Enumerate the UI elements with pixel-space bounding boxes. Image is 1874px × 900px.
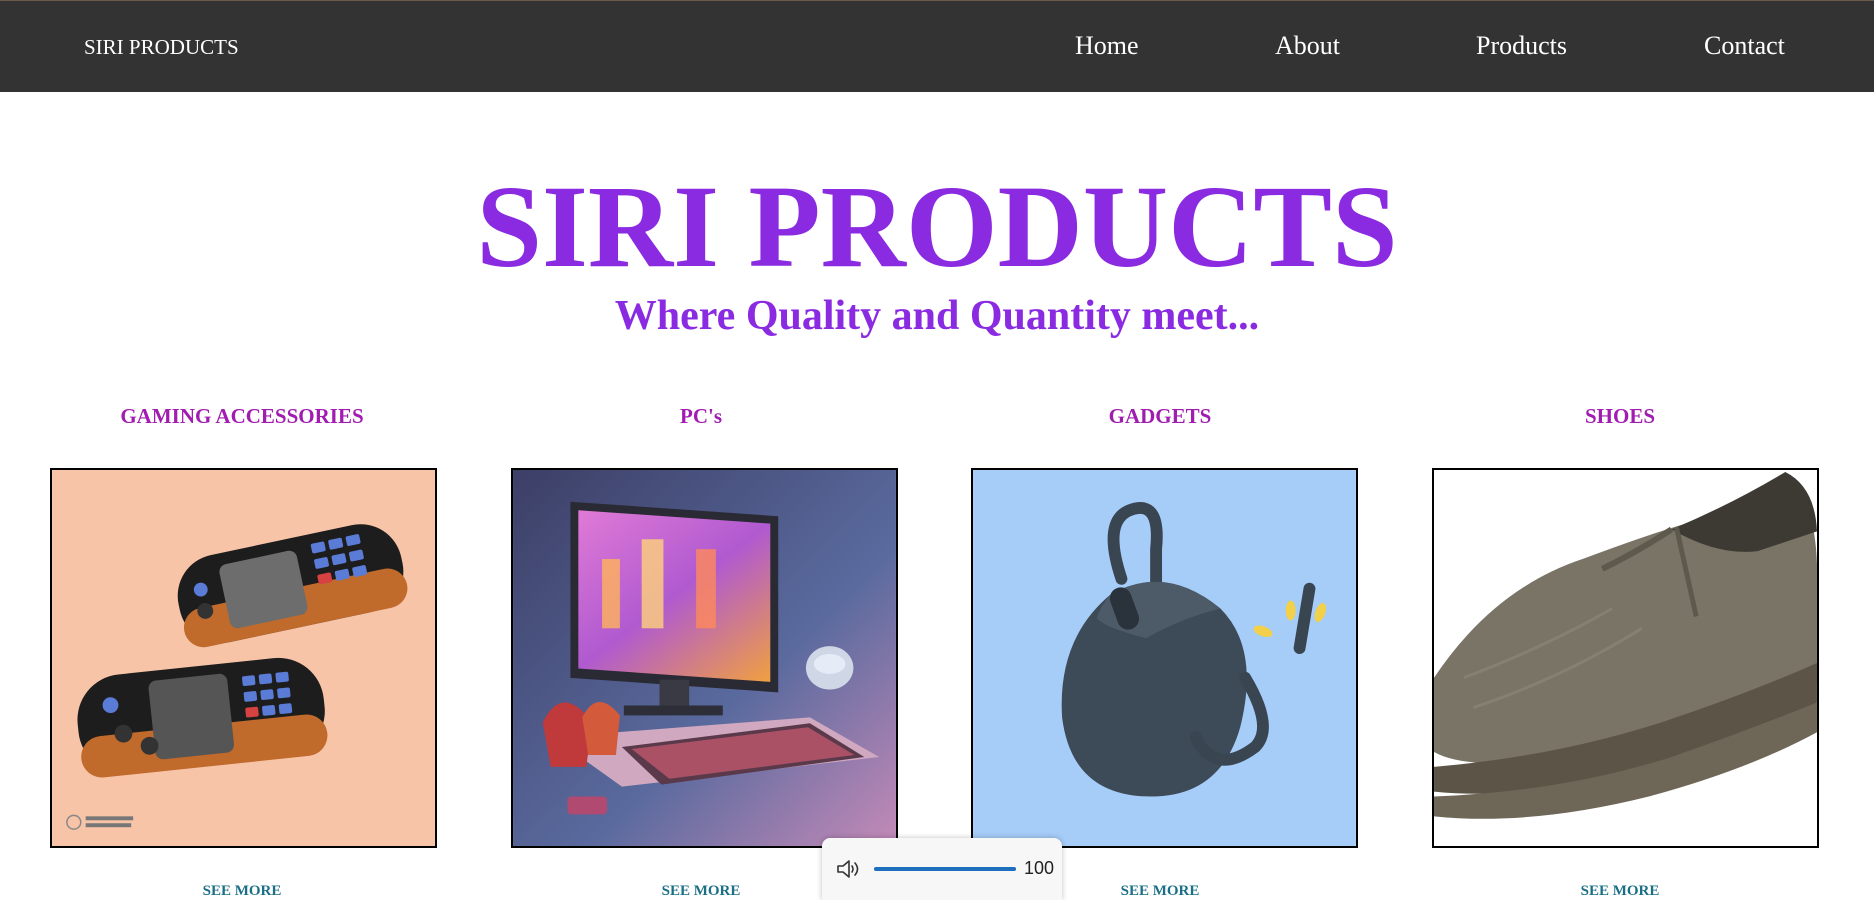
volume-slider[interactable] [874,867,1016,871]
volume-flyout: 100 [822,838,1062,900]
volume-slider-fill [874,867,1016,871]
see-more-shoes-link[interactable]: SEE MORE [1390,884,1850,899]
nav-link-home[interactable]: Home [1075,31,1139,61]
pcs-image[interactable] [511,468,898,848]
hero-subtitle: Where Quality and Quantity meet... [614,293,1260,339]
category-heading-gaming: GAMING ACCESSORIES [120,404,364,428]
handheld-console-illustration [52,470,435,846]
category-heading-gadgets: GADGETS [1108,404,1212,428]
top-navbar: SIRI PRODUCTS Home About Products Contac… [0,0,1874,92]
category-heading-pcs: PC's [680,404,722,428]
hero-title: SIRI PRODUCTS [476,161,1398,292]
slip-on-shoe-illustration [1434,470,1817,846]
gadgets-image[interactable] [971,468,1358,848]
gaming-accessories-image[interactable] [50,468,437,848]
nav-link-products[interactable]: Products [1476,31,1567,61]
gaming-pc-illustration [513,470,896,846]
volume-value: 100 [1024,858,1055,878]
computer-mouse-illustration [973,470,1356,846]
see-more-gaming-link[interactable]: SEE MORE [12,884,472,899]
shoes-image[interactable] [1432,468,1819,848]
speaker-icon[interactable] [836,858,862,880]
category-heading-shoes: SHOES [1584,404,1656,428]
nav-link-about[interactable]: About [1275,31,1340,61]
nav-brand-link[interactable]: SIRI PRODUCTS [84,35,239,60]
nav-link-contact[interactable]: Contact [1704,31,1785,61]
